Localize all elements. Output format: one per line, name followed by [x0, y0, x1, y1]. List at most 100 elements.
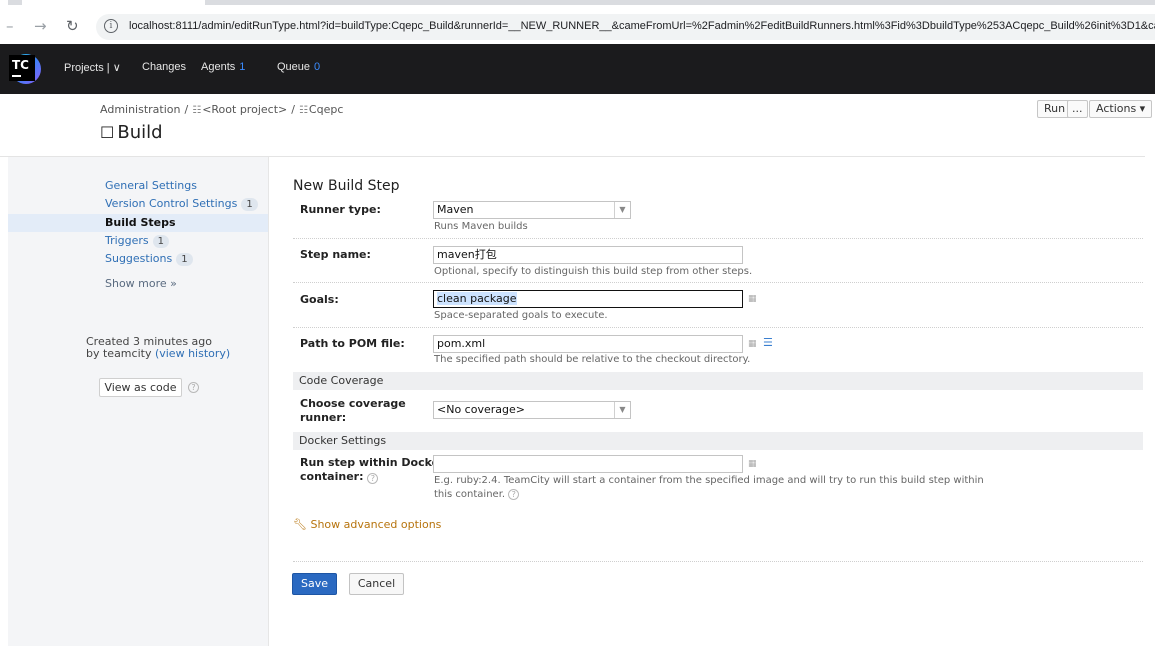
- runner-type-value: Maven: [437, 203, 474, 216]
- runner-type-select[interactable]: Maven ▼: [433, 201, 631, 219]
- sidebar-item-label: Build Steps: [105, 216, 176, 229]
- sidebar-item-suggestions[interactable]: Suggestions 1: [105, 252, 193, 266]
- runner-type-label: Runner type:: [300, 203, 381, 216]
- browser-tab-bar: [205, 0, 1155, 5]
- row-separator: [293, 282, 1143, 283]
- row-separator: [293, 238, 1143, 239]
- step-name-label: Step name:: [300, 248, 371, 261]
- help-icon[interactable]: ?: [508, 489, 520, 500]
- sidebar-item-version-control[interactable]: Version Control Settings 1: [105, 197, 258, 211]
- logo-text: TC: [12, 58, 29, 72]
- run-options-button[interactable]: ...: [1067, 100, 1088, 118]
- goals-input[interactable]: clean package: [433, 290, 743, 308]
- docker-image-hint-cont: this container. ?: [434, 488, 520, 501]
- changes-link[interactable]: Changes: [142, 61, 186, 73]
- tree-browse-icon[interactable]: ☰: [763, 336, 773, 349]
- forward-icon[interactable]: →: [34, 18, 47, 34]
- address-bar[interactable]: i localhost:8111/admin/editRunType.html?…: [96, 14, 1155, 40]
- sidebar-item-label: Triggers: [105, 234, 149, 247]
- created-by-user: by teamcity: [86, 347, 152, 360]
- sidebar-item-triggers[interactable]: Triggers 1: [105, 234, 170, 248]
- breadcrumb-separator: /: [291, 103, 295, 116]
- coverage-runner-label: Choose coverage runner:: [300, 397, 406, 425]
- help-icon[interactable]: ?: [188, 382, 199, 393]
- docker-settings-section: Docker Settings: [293, 432, 1143, 450]
- docker-image-hint: E.g. ruby:2.4. TeamCity will start a con…: [434, 475, 984, 486]
- url-text: localhost:8111/admin/editRunType.html?id…: [129, 20, 1155, 32]
- browser-tab[interactable]: [8, 0, 22, 5]
- page-title-text: Build: [117, 122, 163, 143]
- breadcrumb-root-project[interactable]: <Root project>: [202, 103, 287, 116]
- teamcity-logo-icon[interactable]: TC: [6, 52, 42, 86]
- back-icon[interactable]: –: [6, 18, 14, 34]
- coverage-runner-select[interactable]: <No coverage> ▼: [433, 401, 631, 419]
- created-by-text: by teamcity (view history): [86, 347, 230, 360]
- parameters-icon[interactable]: ▦: [748, 459, 757, 469]
- sidebar-item-general-settings[interactable]: General Settings: [105, 179, 197, 192]
- pom-path-input[interactable]: pom.xml: [433, 335, 743, 353]
- pom-path-hint: The specified path should be relative to…: [434, 354, 751, 365]
- reload-icon[interactable]: ↻: [66, 18, 79, 34]
- sidebar: General Settings Version Control Setting…: [8, 157, 269, 646]
- cancel-button[interactable]: Cancel: [349, 573, 404, 595]
- row-separator: [293, 561, 1143, 562]
- sidebar-item-label: Suggestions: [105, 252, 173, 265]
- breadcrumb-administration[interactable]: Administration: [100, 103, 181, 116]
- sidebar-item-build-steps[interactable]: Build Steps: [105, 216, 176, 229]
- count-badge: 1: [241, 198, 258, 211]
- project-icon: ☷: [192, 105, 202, 116]
- docker-container-label-line: Run step within Docker: [300, 456, 445, 469]
- queue-link[interactable]: Queue 0: [277, 61, 320, 73]
- code-coverage-section: Code Coverage: [293, 372, 1143, 390]
- help-icon[interactable]: ?: [367, 473, 379, 484]
- pom-path-label: Path to POM file:: [300, 337, 405, 350]
- docker-hint-line: this container.: [434, 489, 506, 500]
- docker-container-label: Run step within Docker container: ?: [300, 456, 445, 484]
- row-separator: [293, 327, 1143, 328]
- count-badge: 1: [152, 235, 170, 248]
- sidebar-item-label: General Settings: [105, 179, 197, 192]
- breadcrumb-separator: /: [184, 103, 189, 116]
- goals-label: Goals:: [300, 293, 339, 306]
- chevron-down-icon: ▼: [614, 402, 630, 418]
- save-button[interactable]: Save: [292, 573, 337, 595]
- docker-container-label-line: container:: [300, 470, 364, 483]
- info-icon[interactable]: i: [104, 19, 118, 33]
- show-advanced-options-link[interactable]: 🔧︎ Show advanced options: [293, 518, 441, 531]
- step-name-input[interactable]: maven打包: [433, 246, 743, 264]
- goals-value: clean package: [437, 292, 517, 305]
- build-config-icon: ☐: [100, 123, 115, 142]
- runner-type-hint: Runs Maven builds: [434, 221, 528, 232]
- count-badge: 1: [176, 253, 193, 266]
- agents-link[interactable]: Agents 1: [201, 61, 245, 73]
- coverage-runner-label-line: Choose coverage: [300, 397, 406, 410]
- form-title: New Build Step: [293, 178, 400, 194]
- advanced-options-label: Show advanced options: [310, 518, 442, 531]
- chevron-down-icon: ▼: [614, 202, 630, 218]
- browser-tab-strip: [0, 0, 1155, 10]
- agents-count: 1: [239, 61, 246, 73]
- step-name-hint: Optional, specify to distinguish this bu…: [434, 266, 753, 277]
- sidebar-item-label: Version Control Settings: [105, 197, 238, 210]
- queue-count: 0: [314, 61, 321, 73]
- browser-toolbar: – → ↻ i localhost:8111/admin/editRunType…: [0, 10, 1155, 44]
- project-icon: ☷: [298, 105, 308, 116]
- parameters-icon[interactable]: ▦: [748, 339, 757, 349]
- wrench-icon: 🔧︎: [293, 518, 307, 531]
- breadcrumb: Administration / ☷<Root project> / ☷Cqepc: [100, 103, 343, 116]
- docker-image-input[interactable]: [433, 455, 743, 473]
- actions-dropdown[interactable]: Actions ▾: [1089, 100, 1153, 118]
- projects-menu[interactable]: Projects | ∨: [64, 61, 121, 74]
- coverage-runner-label-line: runner:: [300, 411, 347, 424]
- show-more-link[interactable]: Show more »: [105, 277, 177, 290]
- top-navigation: TC Projects | ∨ Changes Agents 1 Queue 0: [0, 44, 1155, 94]
- breadcrumb-project[interactable]: Cqepc: [309, 103, 343, 116]
- parameters-icon[interactable]: ▦: [748, 294, 757, 304]
- queue-label: Queue: [277, 61, 311, 73]
- view-history-link[interactable]: (view history): [155, 347, 230, 360]
- agents-label: Agents: [201, 61, 236, 73]
- view-as-code-button[interactable]: View as code: [99, 378, 182, 397]
- page-title: ☐ Build: [100, 122, 163, 143]
- goals-hint: Space-separated goals to execute.: [434, 310, 608, 321]
- coverage-runner-value: <No coverage>: [437, 403, 525, 416]
